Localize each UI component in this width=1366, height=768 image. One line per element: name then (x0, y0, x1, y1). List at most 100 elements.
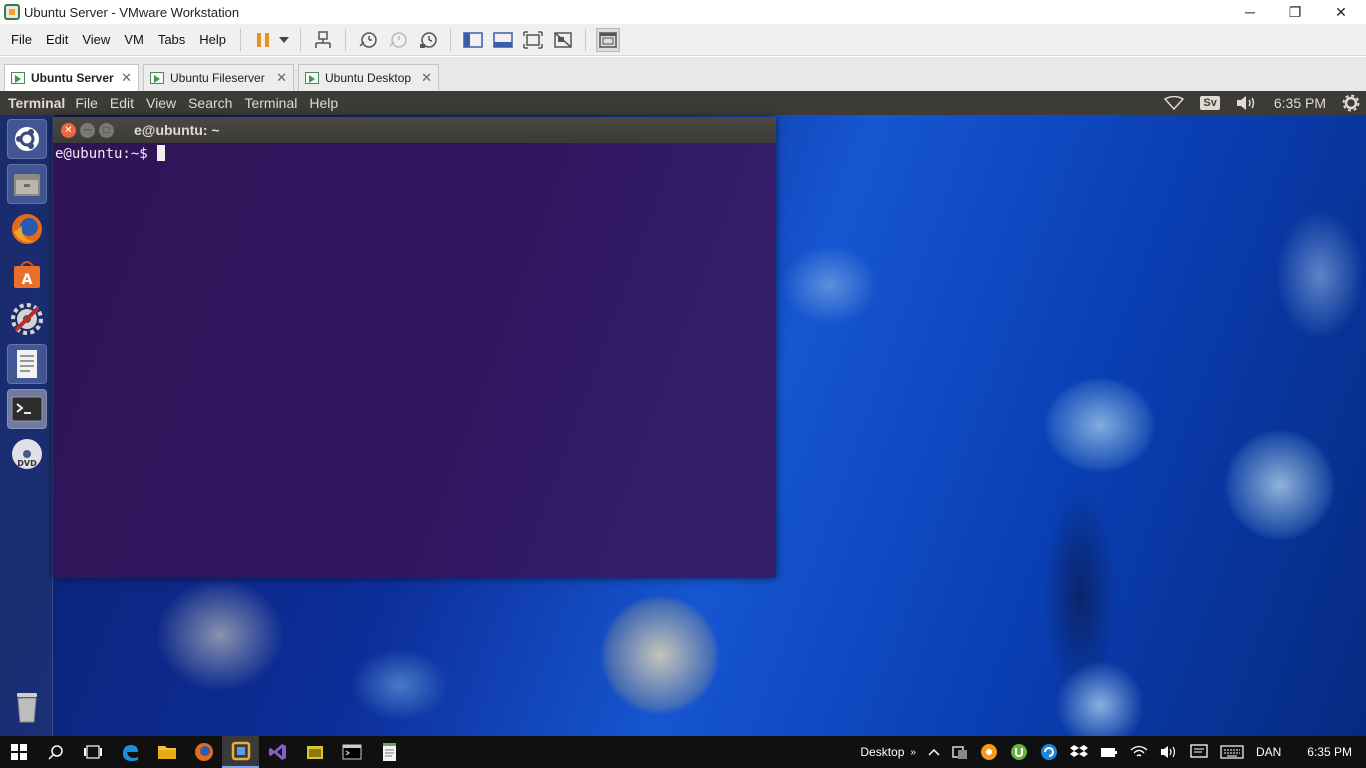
show-hidden-icons-icon[interactable] (928, 748, 940, 756)
vm-icon (150, 72, 164, 84)
input-language-indicator[interactable]: DAN (1256, 745, 1281, 759)
terminal-menu-search[interactable]: Search (182, 95, 238, 111)
start-button[interactable] (0, 736, 37, 768)
windows-logo-icon (10, 744, 27, 760)
vm-icon (305, 72, 319, 84)
network-icon (315, 30, 331, 48)
menu-file[interactable]: File (4, 32, 39, 47)
thumbnail-bar-button[interactable] (491, 28, 515, 52)
task-view-button[interactable] (74, 736, 111, 768)
edge-taskbar-button[interactable] (111, 736, 148, 768)
terminal-window[interactable]: ✕ ─ □ e@ubuntu: ~ e@ubuntu:~$ (53, 117, 776, 578)
toolbar-separator (345, 28, 347, 51)
revert-icon (389, 31, 407, 48)
pause-button[interactable] (251, 28, 275, 52)
tab-label: Ubuntu Desktop (325, 71, 412, 85)
document-viewer-icon[interactable] (7, 344, 47, 384)
console-view-button[interactable] (596, 27, 621, 52)
panel-clock[interactable]: 6:35 PM (1274, 95, 1326, 111)
tab-close-button[interactable]: ✕ (276, 70, 287, 86)
terminal-title: e@ubuntu: ~ (134, 122, 220, 138)
tab-ubuntu-server[interactable]: Ubuntu Server ✕ (4, 64, 139, 91)
full-screen-button[interactable] (521, 28, 545, 52)
avast-tray-icon[interactable] (980, 743, 998, 761)
ubuntu-dash-icon[interactable] (7, 119, 47, 159)
dropbox-tray-icon[interactable] (1069, 744, 1088, 760)
system-gear-icon[interactable] (1342, 94, 1360, 112)
snapshot-icon (359, 31, 377, 48)
notepad-taskbar-button[interactable] (370, 736, 407, 768)
terminal-close-button[interactable]: ✕ (61, 122, 76, 138)
vmware-tray-icon[interactable] (952, 744, 968, 760)
toolbar-expand-icon[interactable]: » (910, 747, 916, 758)
dvd-icon[interactable]: DVD (7, 434, 47, 474)
svg-text:A: A (22, 272, 33, 288)
console-view-icon (599, 31, 617, 48)
toolbar-separator (450, 28, 452, 51)
active-app-name: Terminal (8, 95, 66, 111)
power-tray-icon[interactable] (1100, 745, 1118, 759)
cmd-taskbar-button[interactable] (333, 736, 370, 768)
terminal-menu-help[interactable]: Help (303, 95, 344, 111)
tab-close-button[interactable]: ✕ (421, 70, 432, 86)
window-titlebar: Ubuntu Server - VMware Workstation ─ ❐ ✕ (0, 0, 1366, 24)
keyboard-tray-icon[interactable] (1220, 745, 1244, 759)
volume-tray-icon[interactable] (1160, 745, 1178, 759)
terminal-titlebar[interactable]: ✕ ─ □ e@ubuntu: ~ (53, 117, 776, 143)
terminal-maximize-button[interactable]: □ (99, 122, 114, 138)
update-tray-icon[interactable] (1040, 743, 1058, 761)
notepad-plus-plus-taskbar-button[interactable] (296, 736, 333, 768)
pause-dropdown-button[interactable] (278, 28, 290, 52)
library-icon (463, 31, 483, 48)
restore-button[interactable]: ❐ (1272, 0, 1318, 24)
terminal-icon[interactable] (7, 389, 47, 429)
shell-prompt: e@ubuntu:~$ (55, 146, 157, 162)
utorrent-tray-icon[interactable] (1010, 743, 1028, 761)
trash-icon[interactable] (7, 687, 47, 727)
revert-snapshot-button[interactable] (386, 28, 410, 52)
search-button[interactable] (37, 736, 74, 768)
network-indicator-icon[interactable] (1164, 96, 1185, 110)
edge-icon (122, 745, 138, 761)
notepad-icon (306, 746, 323, 759)
terminal-minimize-button[interactable]: ─ (80, 122, 95, 138)
terminal-menu-edit[interactable]: Edit (104, 95, 140, 111)
close-button[interactable]: ✕ (1318, 0, 1364, 24)
firefox-icon[interactable] (7, 209, 47, 249)
tab-ubuntu-desktop[interactable]: Ubuntu Desktop ✕ (298, 64, 439, 91)
tab-ubuntu-fileserver[interactable]: Ubuntu Fileserver ✕ (143, 64, 294, 91)
keyboard-layout-indicator[interactable]: Sv (1200, 96, 1220, 110)
take-snapshot-button[interactable] (356, 28, 380, 52)
menu-view[interactable]: View (75, 32, 117, 47)
wifi-tray-icon[interactable] (1130, 745, 1148, 759)
system-settings-icon[interactable] (7, 299, 47, 339)
terminal-body[interactable]: e@ubuntu:~$ (53, 143, 776, 578)
menu-tabs[interactable]: Tabs (151, 32, 192, 47)
terminal-menu-terminal[interactable]: Terminal (238, 95, 303, 111)
text-cursor (157, 145, 166, 161)
minimize-button[interactable]: ─ (1227, 0, 1273, 24)
menu-vm[interactable]: VM (117, 32, 151, 47)
unity-mode-button[interactable] (551, 28, 575, 52)
menu-edit[interactable]: Edit (39, 32, 75, 47)
send-ctrl-alt-del-button[interactable] (311, 28, 335, 52)
tab-close-button[interactable]: ✕ (121, 70, 132, 86)
sound-indicator-icon[interactable] (1236, 95, 1258, 111)
taskbar-clock[interactable]: 6:35 PM (1307, 745, 1352, 759)
file-explorer-taskbar-button[interactable] (148, 736, 185, 768)
vmware-taskbar-button[interactable] (222, 736, 259, 768)
show-library-button[interactable] (461, 28, 485, 52)
desktop-toolbar-label[interactable]: Desktop (860, 745, 904, 759)
software-center-icon[interactable]: A (7, 254, 47, 294)
visual-studio-taskbar-button[interactable] (259, 736, 296, 768)
action-center-icon[interactable] (1190, 744, 1208, 760)
unity-icon (554, 31, 572, 48)
snapshot-manager-button[interactable] (416, 28, 440, 52)
menu-help[interactable]: Help (192, 32, 233, 47)
terminal-menu-view[interactable]: View (140, 95, 182, 111)
thumbnail-bar-icon (493, 31, 513, 48)
snapshot-manager-icon (420, 31, 437, 48)
files-icon[interactable] (7, 164, 47, 204)
terminal-menu-file[interactable]: File (69, 95, 104, 111)
firefox-taskbar-button[interactable] (185, 736, 222, 768)
